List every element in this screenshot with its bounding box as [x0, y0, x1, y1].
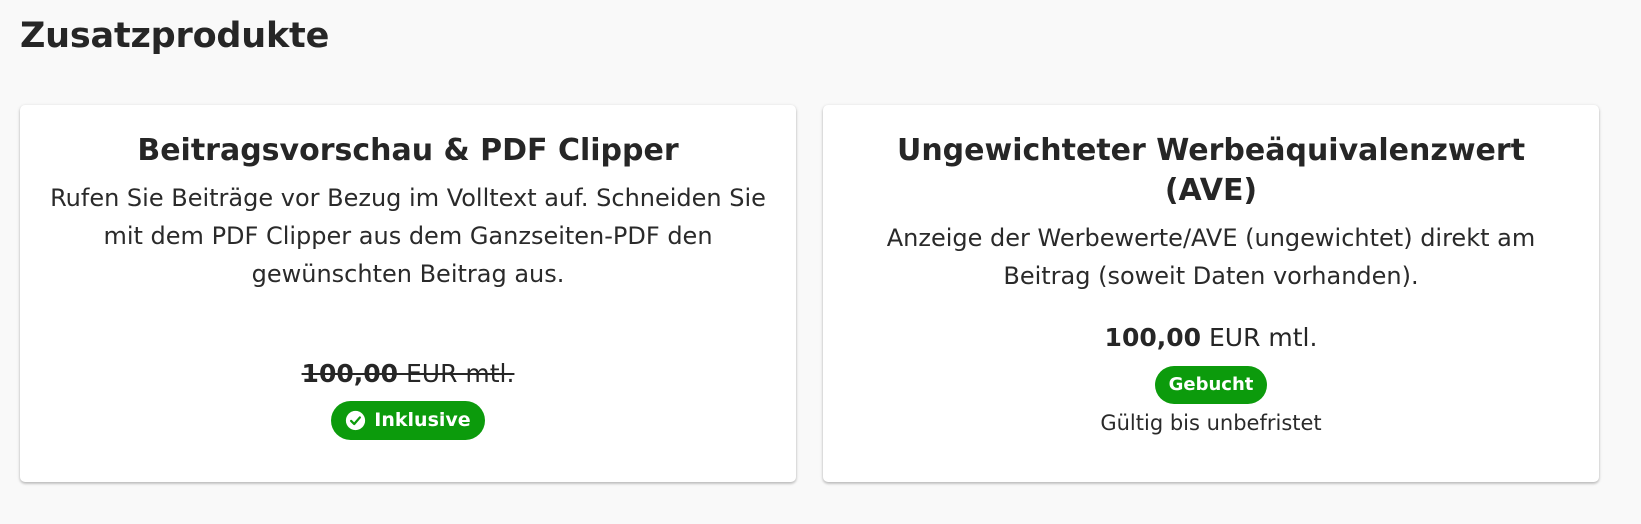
- price-unit: EUR mtl.: [1201, 323, 1318, 352]
- gebucht-badge: Gebucht: [1154, 366, 1268, 404]
- page: Zusatzprodukte Beitragsvorschau & PDF Cl…: [0, 0, 1641, 524]
- price-amount: 100,00: [1104, 323, 1202, 352]
- card-text-block: Beitragsvorschau & PDF Clipper Rufen Sie…: [50, 131, 766, 301]
- product-cards: Beitragsvorschau & PDF Clipper Rufen Sie…: [20, 105, 1599, 482]
- check-circle-icon: [346, 410, 366, 431]
- card-title: Ungewichteter Werbeäquivalenzwert (AVE): [896, 133, 1526, 208]
- validity-text: Gültig bis unbefristet: [1100, 411, 1322, 435]
- card-description: Anzeige der Werbewerte/AVE (ungewichtet)…: [886, 224, 1536, 290]
- card-title: Beitragsvorschau & PDF Clipper: [137, 133, 679, 168]
- card-description: Rufen Sie Beiträge vor Bezug im Volltext…: [50, 184, 766, 288]
- price: 100,00 EUR mtl.: [1105, 321, 1318, 355]
- price-unit: EUR mtl.: [398, 359, 515, 388]
- price-block: 100,00 EUR mtl. Gebucht Gültig bis unbef…: [1100, 321, 1321, 438]
- price-struck: 100,00 EUR mtl.: [302, 357, 515, 391]
- inklusive-badge: Inklusive: [331, 401, 485, 440]
- card-text-block: Ungewichteter Werbeäquivalenzwert (AVE) …: [853, 131, 1569, 290]
- badge-label: Inklusive: [374, 409, 471, 431]
- badge-label: Gebucht: [1168, 374, 1254, 395]
- price-block: 100,00 EUR mtl. Inklusive: [302, 357, 515, 440]
- price-amount: 100,00: [301, 359, 399, 388]
- section-title: Zusatzprodukte: [20, 16, 330, 56]
- product-card-ave[interactable]: Ungewichteter Werbeäquivalenzwert (AVE) …: [823, 105, 1599, 482]
- product-card-clipper[interactable]: Beitragsvorschau & PDF Clipper Rufen Sie…: [20, 105, 796, 482]
